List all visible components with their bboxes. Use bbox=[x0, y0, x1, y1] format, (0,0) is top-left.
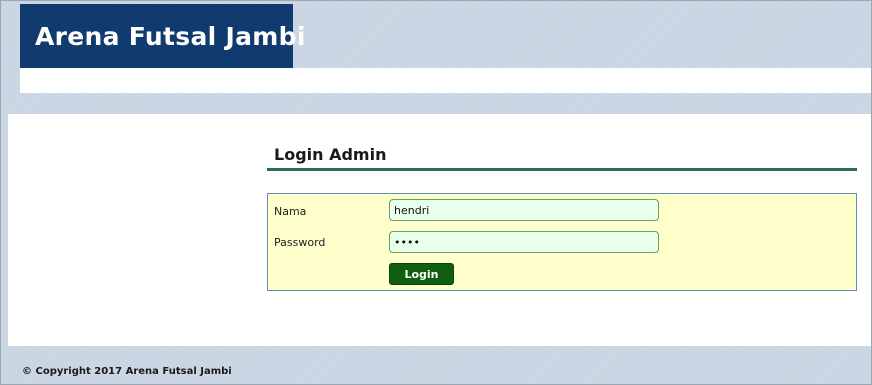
nama-label: Nama bbox=[274, 205, 307, 218]
site-title: Arena Futsal Jambi bbox=[35, 21, 306, 51]
nama-input[interactable] bbox=[389, 199, 659, 221]
password-label: Password bbox=[274, 236, 326, 249]
footer-copyright: © Copyright 2017 Arena Futsal Jambi bbox=[22, 366, 232, 377]
page-title: Login Admin bbox=[274, 145, 387, 164]
site-logo[interactable]: Arena Futsal Jambi bbox=[20, 4, 305, 68]
login-button[interactable]: Login bbox=[389, 263, 454, 285]
title-divider bbox=[267, 168, 857, 171]
password-input[interactable] bbox=[389, 231, 659, 253]
nav-bar bbox=[20, 68, 871, 93]
